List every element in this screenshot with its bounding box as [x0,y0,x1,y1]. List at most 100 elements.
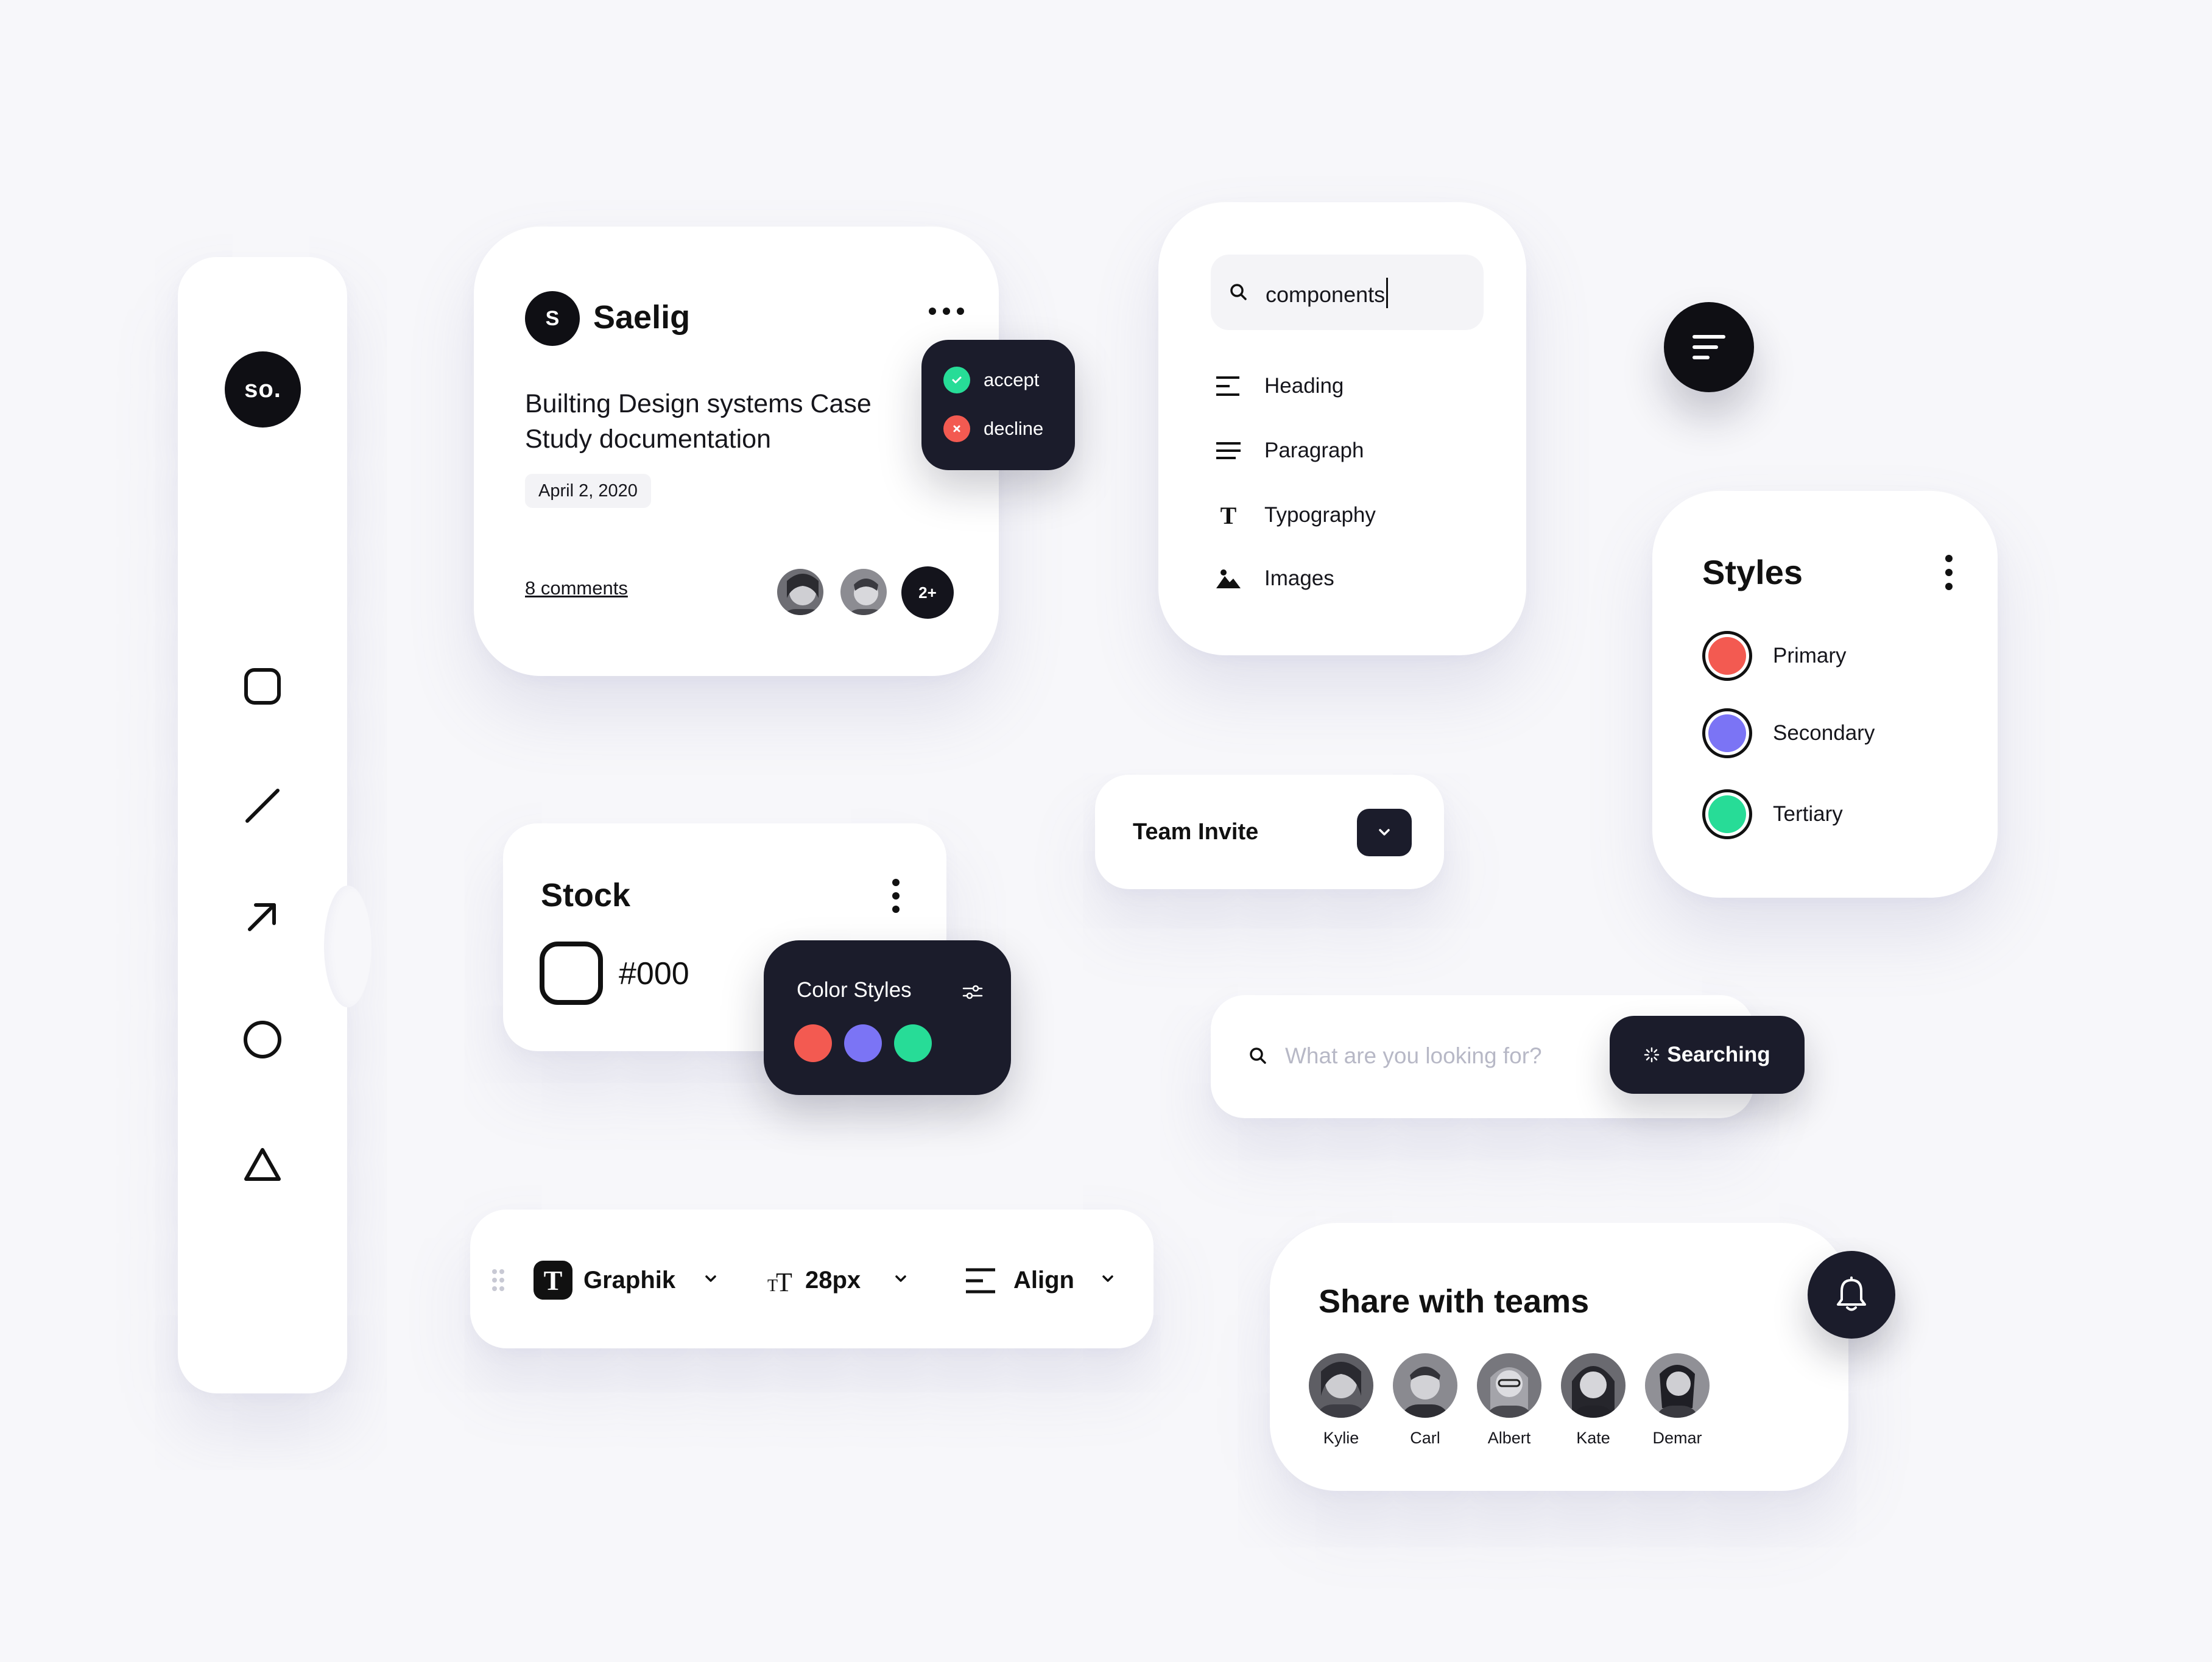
rectangle-tool-button[interactable] [241,665,284,708]
style-label: Secondary [1773,721,1875,745]
member-name: Kate [1576,1429,1610,1447]
svg-text:T: T [776,1267,792,1297]
decision-popover: accept decline [921,340,1075,470]
font-icon: T [534,1261,572,1300]
font-size-chevron[interactable] [893,1274,909,1284]
person-photo-icon [1561,1353,1626,1418]
style-item-tertiary[interactable]: Tertiary [1702,789,1843,839]
typography-icon: T [1213,500,1244,530]
paragraph-icon [1213,435,1244,466]
heading-icon [1213,371,1244,401]
decline-option[interactable]: decline [943,415,1043,442]
post-card: S Saelig Builting Design systems Case St… [474,227,999,676]
accept-option[interactable]: accept [943,367,1039,393]
comments-link[interactable]: 8 comments [525,577,628,599]
notifications-button[interactable] [1808,1251,1895,1339]
line-tool-button[interactable] [241,784,284,827]
more-participants-badge[interactable]: 2+ [901,566,954,619]
share-with-teams-card: Share with teams Kylie Carl Albert Kate … [1270,1223,1848,1491]
font-family-select[interactable]: Graphik [583,1263,675,1297]
post-date-badge: April 2, 2020 [525,474,651,508]
tools-sidebar: so. [178,257,372,1393]
item-label: Images [1264,566,1334,590]
arrow-tool-button[interactable] [241,895,284,938]
author-name: Saelig [593,299,691,336]
color-dot-purple[interactable] [844,1024,882,1062]
color-swatch [1702,708,1752,758]
check-icon [943,367,970,393]
component-item-images[interactable]: Images [1213,560,1334,597]
search-placeholder: What are you looking for? [1285,1043,1542,1068]
share-title: Share with teams [1319,1283,1590,1320]
color-dot-green[interactable] [894,1024,932,1062]
participant-avatar[interactable] [775,566,826,618]
more-options-button[interactable] [928,307,965,315]
chevron-down-icon [895,1275,906,1282]
bell-icon [1837,1276,1866,1311]
close-icon [943,415,970,442]
font-size-select[interactable]: 28px [805,1263,861,1297]
brand-logo[interactable]: so. [225,351,301,428]
person-photo-icon [1309,1353,1373,1418]
person-photo-icon [1645,1353,1710,1418]
styles-more-button[interactable] [1945,554,1953,591]
arrow-up-right-icon [248,903,276,931]
svg-text:T: T [1220,502,1237,529]
swatch-fill [1708,795,1746,833]
team-member[interactable]: Carl [1392,1353,1459,1448]
chevron-down-icon [705,1275,716,1282]
person-photo-icon [777,569,823,615]
menu-lines-icon [1692,335,1725,359]
sidebar-notch [324,886,372,1007]
searching-label: Searching [1667,1043,1770,1066]
component-search-input[interactable]: components [1211,255,1484,330]
component-item-paragraph[interactable]: Paragraph [1213,432,1364,469]
member-name: Albert [1487,1429,1531,1447]
style-label: Primary [1773,644,1847,667]
post-title: Builting Design systems Case Study docum… [525,389,872,454]
search-icon [1229,283,1247,301]
loading-spinner-icon [1644,1047,1660,1063]
font-family-chevron[interactable] [703,1274,719,1284]
font-size-icon: T T [764,1267,797,1297]
stock-title: Stock [541,877,631,914]
align-chevron[interactable] [1100,1274,1116,1284]
color-dot-red[interactable] [794,1024,832,1062]
ellipse-tool-button[interactable] [241,1018,284,1061]
triangle-icon [244,1148,281,1181]
styles-card: Styles Primary Secondary Tertiary [1652,491,1998,898]
more-vertical-icon [892,879,900,913]
swatch-fill [1708,714,1746,752]
stock-color-swatch[interactable] [540,942,603,1005]
align-select[interactable]: Align [1013,1263,1074,1297]
text-toolbar: T Graphik T T 28px Align [470,1210,1154,1348]
item-label: Heading [1264,374,1344,398]
triangle-tool-button[interactable] [241,1144,284,1186]
stock-more-button[interactable] [892,878,900,914]
person-photo-icon [1477,1353,1541,1418]
team-member[interactable]: Kylie [1308,1353,1375,1448]
stock-color-value[interactable]: #000 [619,954,689,994]
sliders-button[interactable] [962,983,983,1001]
square-icon [244,668,281,705]
color-styles-popover: Color Styles [764,940,1011,1095]
team-invite-dropdown-button[interactable] [1357,809,1412,856]
style-item-primary[interactable]: Primary [1702,631,1847,681]
chevron-down-icon [1102,1275,1113,1282]
searching-button[interactable]: Searching [1610,1016,1805,1094]
line-icon [245,789,280,823]
style-item-secondary[interactable]: Secondary [1702,708,1875,758]
team-member[interactable]: Kate [1560,1353,1627,1448]
person-photo-icon [840,569,887,615]
menu-button[interactable] [1664,302,1754,392]
component-item-heading[interactable]: Heading [1213,368,1344,404]
member-name: Carl [1410,1429,1440,1447]
color-styles-title: Color Styles [797,978,912,1002]
drag-handle[interactable] [491,1268,505,1292]
team-member[interactable]: Demar [1644,1353,1711,1448]
participant-avatar[interactable] [838,566,889,618]
team-member[interactable]: Albert [1476,1353,1543,1448]
team-invite-select[interactable]: Team Invite [1095,775,1444,889]
styles-title: Styles [1702,553,1803,591]
component-item-typography[interactable]: T Typography [1213,497,1376,533]
